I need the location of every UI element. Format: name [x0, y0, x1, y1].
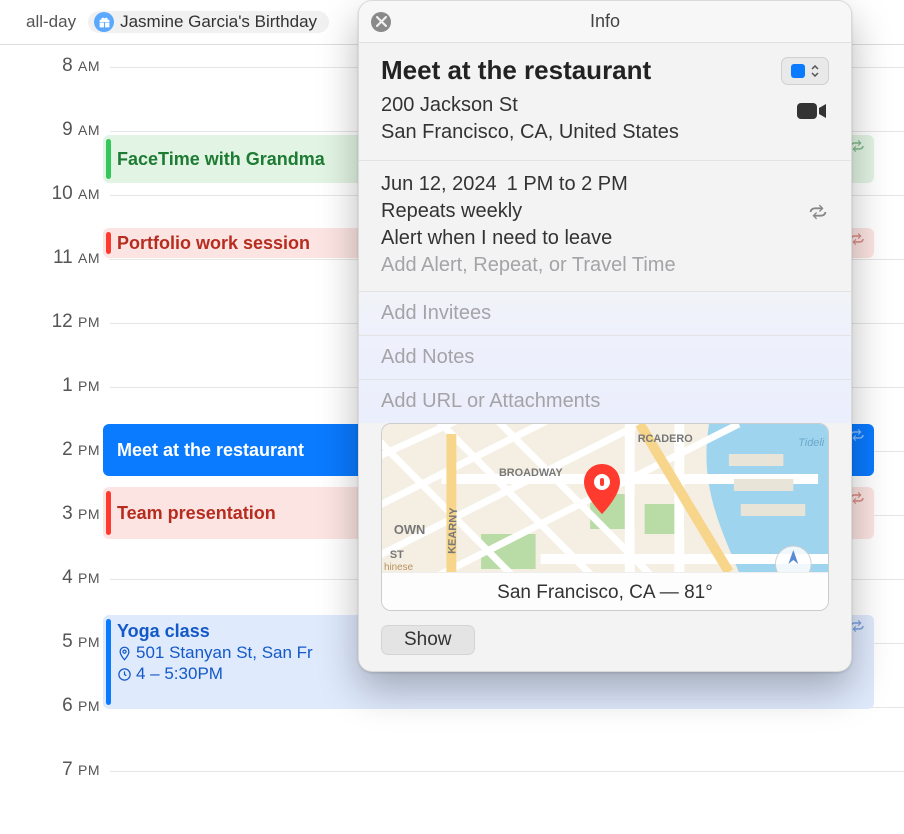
hour-label: 6 PM	[0, 695, 100, 717]
hour-label: 3 PM	[0, 503, 100, 525]
event-alert[interactable]: Alert when I need to leave	[381, 227, 829, 250]
calendar-color-swatch	[791, 64, 805, 78]
event-title: Yoga class	[117, 621, 313, 642]
map-pin-icon	[582, 464, 622, 520]
event-title-input[interactable]: Meet at the restaurant	[381, 55, 651, 86]
event-info-popover: Info Meet at the restaurant 200 Jackson …	[358, 0, 852, 672]
event-location: 501 Stanyan St, San Fr	[117, 643, 313, 663]
close-icon	[376, 16, 387, 27]
video-call-button[interactable]	[797, 101, 827, 121]
event-repeat[interactable]: Repeats weekly	[381, 200, 522, 223]
event-datetime-section: Jun 12, 2024 1 PM to 2 PM Repeats weekly…	[359, 161, 851, 292]
svg-text:RCADERO: RCADERO	[638, 433, 694, 445]
svg-text:Tideli: Tideli	[798, 437, 824, 449]
repeat-icon	[807, 203, 829, 221]
hour-label: 11 AM	[0, 247, 100, 269]
hour-label: 12 PM	[0, 311, 100, 333]
allday-event-pill[interactable]: Jasmine Garcia's Birthday	[88, 11, 329, 33]
location-map[interactable]: BROADWAY RCADERO KEARNY OWN ST Tideli hi…	[381, 423, 829, 611]
hour-label: 5 PM	[0, 631, 100, 653]
popover-title: Info	[359, 11, 851, 32]
event-title: FaceTime with Grandma	[117, 149, 325, 170]
svg-text:OWN: OWN	[394, 522, 425, 537]
add-notes-row[interactable]: Add Notes	[359, 336, 851, 380]
event-location[interactable]: 200 Jackson St San Francisco, CA, United…	[381, 92, 829, 146]
map-canvas: BROADWAY RCADERO KEARNY OWN ST Tideli hi…	[382, 424, 828, 572]
gift-icon	[94, 12, 114, 32]
map-weather-label: San Francisco, CA — 81°	[382, 572, 828, 611]
svg-text:BROADWAY: BROADWAY	[499, 467, 563, 479]
event-title: Meet at the restaurant	[117, 440, 304, 461]
svg-text:KEARNY: KEARNY	[446, 507, 460, 554]
hour-label: 4 PM	[0, 567, 100, 589]
event-title: Team presentation	[117, 503, 276, 524]
hour-label: 2 PM	[0, 439, 100, 461]
svg-text:ST: ST	[390, 549, 404, 561]
event-time: 4 – 5:30PM	[117, 664, 313, 684]
allday-event-title: Jasmine Garcia's Birthday	[120, 12, 317, 32]
hour-label: 7 PM	[0, 759, 100, 781]
add-invitees-row[interactable]: Add Invitees	[359, 292, 851, 336]
close-button[interactable]	[371, 12, 391, 32]
allday-label: all-day	[26, 12, 76, 32]
event-datetime[interactable]: Jun 12, 2024 1 PM to 2 PM	[381, 173, 829, 196]
hour-label: 9 AM	[0, 119, 100, 141]
calendar-selector[interactable]	[781, 57, 829, 85]
pin-icon	[117, 646, 132, 661]
hour-label: 1 PM	[0, 375, 100, 397]
hour-label: 8 AM	[0, 55, 100, 77]
event-title: Portfolio work session	[117, 233, 310, 254]
svg-text:hinese: hinese	[384, 562, 414, 572]
add-url-row[interactable]: Add URL or Attachments	[359, 380, 851, 423]
hour-label: 10 AM	[0, 183, 100, 205]
add-alert-placeholder[interactable]: Add Alert, Repeat, or Travel Time	[381, 254, 829, 277]
popover-header: Info	[359, 1, 851, 43]
show-button[interactable]: Show	[381, 625, 475, 655]
event-title-section: Meet at the restaurant 200 Jackson St Sa…	[359, 43, 851, 161]
clock-icon	[117, 667, 132, 682]
chevron-updown-icon	[811, 65, 819, 77]
